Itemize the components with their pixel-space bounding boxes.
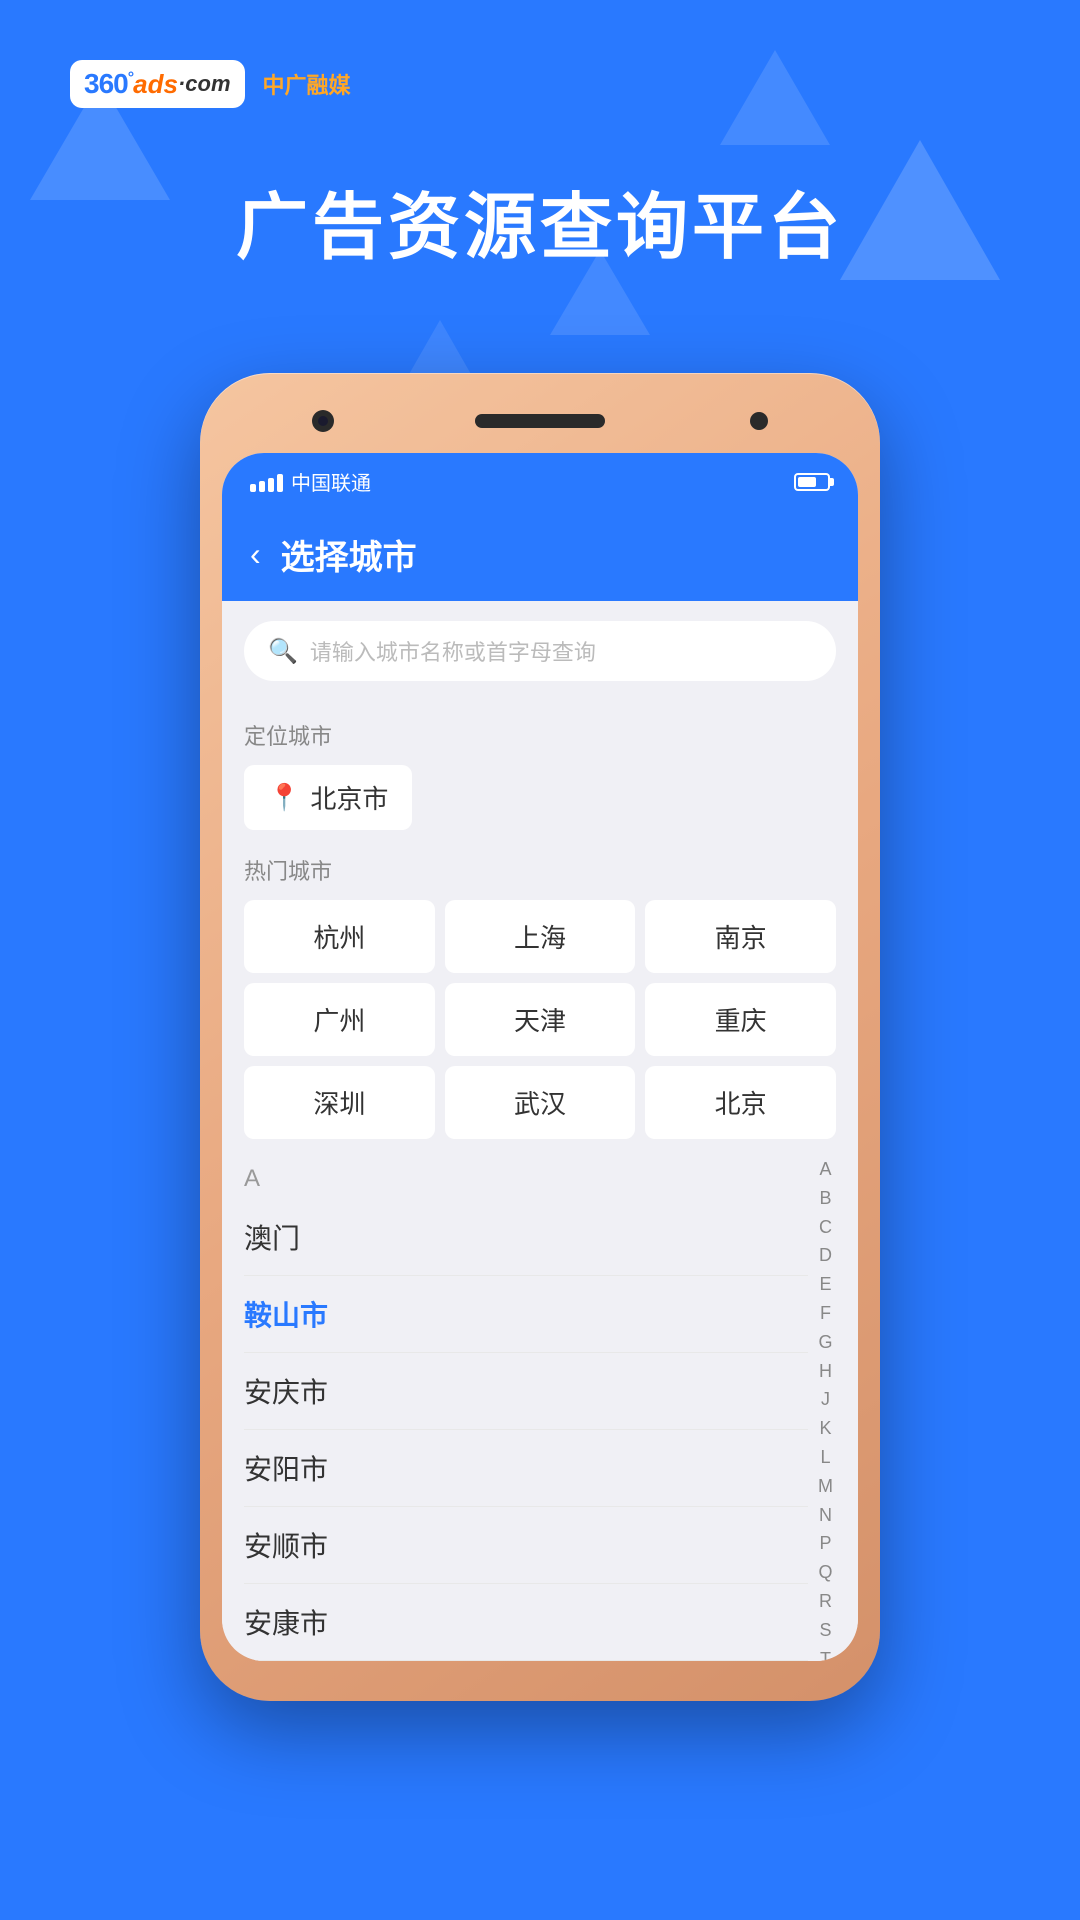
logo-box: 360° ads ·com xyxy=(70,60,245,108)
logo-360-text: 360° xyxy=(84,68,133,100)
signal-bars xyxy=(250,472,283,492)
back-button[interactable]: ‹ xyxy=(250,536,261,573)
city-list: A 澳门 鞍山市 安庆市 安阳市 安顺市 安康市 xyxy=(244,1155,836,1661)
hot-city-8[interactable]: 北京 xyxy=(645,1066,836,1139)
location-pin-icon: 📍 xyxy=(268,782,300,813)
battery-area xyxy=(794,473,830,491)
status-bar: 中国联通 xyxy=(222,453,858,510)
phone-screen: 中国联通 ‹ 选择城市 🔍 请输入城市名称或首字母查询 xyxy=(222,453,858,1661)
alpha-F[interactable]: F xyxy=(820,1299,831,1328)
signal-area: 中国联通 xyxy=(250,467,371,496)
location-section-label: 定位城市 xyxy=(244,719,836,751)
alpha-Q[interactable]: Q xyxy=(818,1558,832,1587)
logo-ads-text: ads xyxy=(133,69,178,100)
section-header-A: A xyxy=(244,1155,808,1199)
header: 360° ads ·com 中广融媒 广告资源查询平台 xyxy=(0,0,1080,373)
alpha-index-sidebar[interactable]: A B C D E F G H J K L M N P Q xyxy=(817,1155,834,1661)
list-item-anshun[interactable]: 安顺市 xyxy=(244,1507,808,1584)
search-placeholder: 请输入城市名称或首字母查询 xyxy=(310,635,596,667)
phone-top-bar xyxy=(222,401,858,441)
hot-city-0[interactable]: 杭州 xyxy=(244,900,435,973)
signal-bar-2 xyxy=(259,481,265,492)
alpha-S[interactable]: S xyxy=(819,1616,831,1645)
signal-bar-4 xyxy=(277,474,283,492)
alpha-L[interactable]: L xyxy=(820,1443,830,1472)
page-title: 广告资源查询平台 xyxy=(70,168,1010,273)
alpha-D[interactable]: D xyxy=(819,1241,832,1270)
hot-city-2[interactable]: 南京 xyxy=(645,900,836,973)
alpha-T[interactable]: T xyxy=(820,1645,831,1661)
signal-bar-1 xyxy=(250,484,256,492)
logo-subtitle-text: 中广融媒 xyxy=(263,68,351,100)
alpha-R[interactable]: R xyxy=(819,1587,832,1616)
phone-mockup: 中国联通 ‹ 选择城市 🔍 请输入城市名称或首字母查询 xyxy=(0,373,1080,1701)
front-camera-icon xyxy=(312,410,334,432)
hot-cities-grid: 杭州 上海 南京 广州 天津 重庆 深圳 武汉 北京 xyxy=(244,900,836,1139)
alpha-P[interactable]: P xyxy=(819,1529,831,1558)
signal-bar-3 xyxy=(268,478,274,492)
alpha-G[interactable]: G xyxy=(818,1328,832,1357)
alpha-N[interactable]: N xyxy=(819,1501,832,1530)
content-area: 定位城市 📍 北京市 热门城市 杭州 上海 南京 广州 天津 重庆 深圳 武汉 … xyxy=(222,701,858,1661)
search-input-wrap[interactable]: 🔍 请输入城市名称或首字母查询 xyxy=(244,621,836,681)
location-city-button[interactable]: 📍 北京市 xyxy=(244,765,412,830)
alpha-A[interactable]: A xyxy=(819,1155,831,1184)
list-item-anyang[interactable]: 安阳市 xyxy=(244,1430,808,1507)
sensor-icon xyxy=(750,412,768,430)
alpha-M[interactable]: M xyxy=(818,1472,833,1501)
battery-icon xyxy=(794,473,830,491)
hot-city-3[interactable]: 广州 xyxy=(244,983,435,1056)
speaker-icon xyxy=(475,414,605,428)
alpha-K[interactable]: K xyxy=(819,1414,831,1443)
list-item-aomen[interactable]: 澳门 xyxy=(244,1199,808,1276)
list-item-anqing[interactable]: 安庆市 xyxy=(244,1353,808,1430)
hot-city-7[interactable]: 武汉 xyxy=(445,1066,636,1139)
city-list-container: A B C D E F G H J K L M N P Q xyxy=(244,1155,836,1661)
hot-city-6[interactable]: 深圳 xyxy=(244,1066,435,1139)
list-item-anshan[interactable]: 鞍山市 xyxy=(244,1276,808,1353)
hot-city-1[interactable]: 上海 xyxy=(445,900,636,973)
search-icon: 🔍 xyxy=(268,637,298,666)
hot-cities-label: 热门城市 xyxy=(244,854,836,886)
carrier-name: 中国联通 xyxy=(291,467,371,496)
list-item-ankang[interactable]: 安康市 xyxy=(244,1584,808,1661)
logo-dotcom-text: ·com xyxy=(178,71,231,97)
nav-title: 选择城市 xyxy=(281,530,417,579)
hot-city-4[interactable]: 天津 xyxy=(445,983,636,1056)
nav-bar: ‹ 选择城市 xyxy=(222,510,858,601)
alpha-J[interactable]: J xyxy=(821,1385,830,1414)
location-city-name: 北京市 xyxy=(310,779,388,816)
battery-fill xyxy=(798,477,816,487)
alpha-E[interactable]: E xyxy=(819,1270,831,1299)
search-area: 🔍 请输入城市名称或首字母查询 xyxy=(222,601,858,701)
alpha-B[interactable]: B xyxy=(819,1184,831,1213)
phone-body: 中国联通 ‹ 选择城市 🔍 请输入城市名称或首字母查询 xyxy=(200,373,880,1701)
logo: 360° ads ·com 中广融媒 xyxy=(70,60,1010,108)
alpha-H[interactable]: H xyxy=(819,1357,832,1386)
hot-city-5[interactable]: 重庆 xyxy=(645,983,836,1056)
alpha-C[interactable]: C xyxy=(819,1213,832,1242)
